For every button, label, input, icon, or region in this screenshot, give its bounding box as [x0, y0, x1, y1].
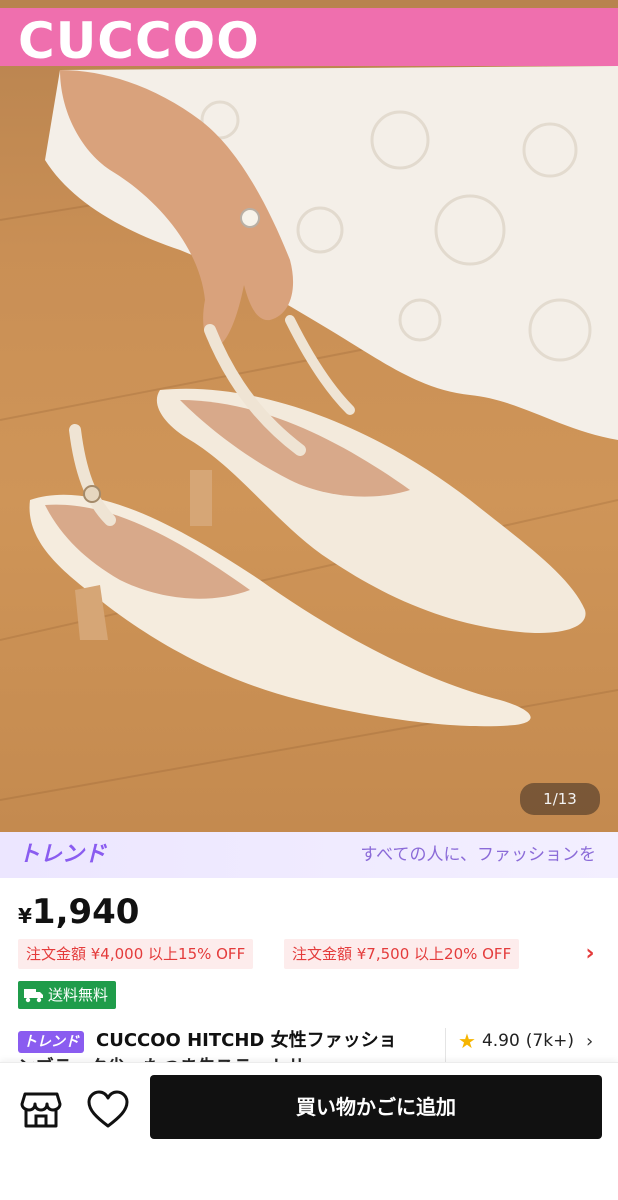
coupon-tag[interactable]: 注文金額 ¥4,000 以上15% OFF — [18, 939, 254, 969]
store-icon — [20, 1092, 62, 1128]
trend-tag: トレンド — [18, 1031, 84, 1053]
rating-score: 4.90 — [481, 1031, 520, 1051]
store-button[interactable] — [18, 1087, 64, 1133]
rating-summary[interactable]: ★ 4.90 (7k+) › — [458, 1028, 593, 1054]
price-currency: ¥ — [18, 904, 32, 928]
product-price: ¥1,940 — [18, 890, 139, 940]
trend-banner[interactable]: トレンド すべての人に、ファッションを — [0, 832, 618, 878]
chevron-right-icon[interactable]: › — [580, 939, 600, 969]
add-to-cart-button[interactable]: 買い物かごに追加 — [150, 1075, 602, 1139]
trend-tagline: すべての人に、ファッションを — [360, 845, 596, 865]
trend-logo: トレンド — [18, 842, 107, 867]
product-title[interactable]: CUCCOO HITCHD 女性ファッショ — [96, 1028, 436, 1054]
brand-logo: CUCCOO — [18, 12, 260, 70]
coupon-tag[interactable]: 注文金額 ¥7,500 以上20% OFF — [284, 939, 520, 969]
rating-count: (7k+) — [525, 1031, 574, 1051]
star-icon: ★ — [458, 1029, 476, 1053]
product-image[interactable]: CUCCOO 1/13 — [0, 0, 618, 832]
bottom-action-bar: 買い物かごに追加 — [0, 1062, 618, 1200]
price-amount: 1,940 — [31, 892, 140, 932]
image-page-counter: 1/13 — [520, 783, 600, 815]
favorite-button[interactable] — [85, 1087, 131, 1133]
brand-banner: CUCCOO — [0, 8, 618, 70]
free-shipping-label: 送料無料 — [48, 986, 109, 1004]
coupon-row[interactable]: 注文金額 ¥4,000 以上15% OFF 注文金額 ¥7,500 以上20% … — [18, 939, 608, 969]
free-shipping-badge: 送料無料 — [18, 981, 117, 1009]
product-photo — [0, 66, 618, 801]
heart-icon — [87, 1090, 129, 1128]
chevron-right-icon: › — [585, 1030, 594, 1052]
truck-icon — [24, 989, 43, 1003]
